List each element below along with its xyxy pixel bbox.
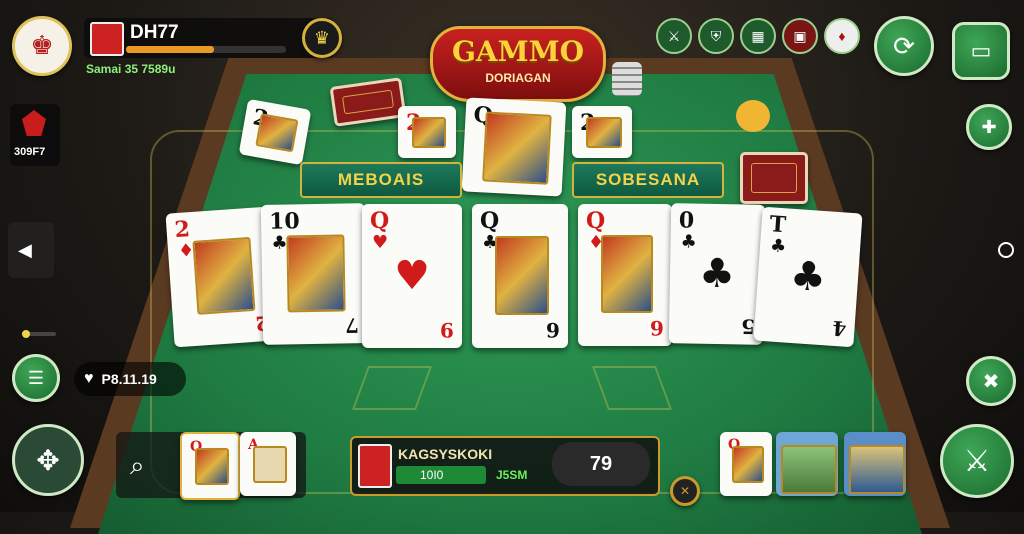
heart-value: P8.11.19 — [101, 371, 157, 387]
table-card[interactable]: Q ♦ 6 — [578, 204, 672, 346]
settings-icon[interactable]: ⟳ — [874, 16, 934, 76]
action-sword-icon[interactable]: ⚔ — [940, 424, 1014, 498]
score-box: 79 — [552, 442, 650, 486]
coin-bag-icon — [736, 100, 770, 132]
shield-icon[interactable]: ⛨ — [698, 18, 734, 54]
player-subtitle: Samai 35 7589u — [86, 62, 176, 76]
table-card[interactable]: T ♣ ♣ 4 — [753, 206, 863, 348]
card-rank: 2 — [173, 216, 191, 244]
player-card-icon — [90, 22, 124, 56]
info-title: KAGSYSKOKI — [398, 446, 493, 462]
card-pip: ♣ — [698, 250, 736, 298]
logo-title: GAMMO — [451, 35, 584, 68]
king-avatar-icon[interactable]: ♚ — [12, 16, 72, 76]
info-green-value: J5SM — [496, 468, 528, 482]
game-logo: GAMMO DORIAGAN — [430, 26, 606, 102]
xp-bar-track — [126, 46, 286, 53]
table-card[interactable]: Q ♣ 6 — [472, 204, 568, 348]
logo-subtitle: DORIAGAN — [485, 71, 551, 85]
left-arrow-button[interactable]: ◀ — [8, 222, 54, 278]
card-suit: ♣ — [271, 232, 288, 254]
card-rank: Q — [370, 208, 390, 234]
card-rank: 0 — [678, 207, 695, 234]
card-rank: 10 — [268, 208, 300, 235]
player-panel: DH77 — [84, 18, 334, 58]
card-face-art — [495, 235, 549, 315]
card-face-art — [286, 234, 346, 313]
card-rank: Q — [586, 208, 606, 234]
info-bar-value: 10I0 — [420, 468, 444, 482]
chat-icon[interactable]: ▭ — [952, 22, 1010, 80]
deck-back-right — [740, 152, 808, 204]
heart-pill: ♥ P8.11.19 — [74, 362, 186, 396]
top-card-1: 2 — [238, 98, 312, 166]
table-card[interactable]: 10 ♣ 7 — [260, 203, 368, 345]
card-pip: ♣ — [788, 252, 828, 302]
cards-icon[interactable]: ▦ — [740, 18, 776, 54]
progress-dot — [22, 330, 56, 338]
sword-icon[interactable]: ⚔ — [656, 18, 692, 54]
card-bottom-rank: 9 — [440, 318, 454, 342]
player-name: DH77 — [130, 22, 179, 43]
card-suit: ♣ — [680, 231, 697, 253]
xp-bar-fill — [126, 46, 214, 53]
info-panel: KAGSYSKOKI 10I0 J5SM 79 — [350, 436, 660, 496]
card-rank: Q — [480, 208, 500, 234]
card-suit: ♣ — [769, 235, 787, 258]
gem-value: 309F7 — [14, 146, 46, 158]
gem-icon[interactable] — [22, 110, 46, 136]
dpad-icon[interactable]: ✥ — [12, 424, 84, 496]
search-icon[interactable]: ⌕ — [130, 450, 145, 482]
table-card[interactable]: Q ♥ ♥ 9 — [362, 204, 462, 348]
puzzle-icon[interactable]: ✚ — [966, 104, 1012, 150]
card-face-art — [192, 237, 256, 315]
left-arrow-icon: ◀ — [18, 240, 32, 260]
cancel-small-icon[interactable]: ✕ — [670, 476, 700, 506]
top-card-3: 2 — [572, 106, 632, 158]
menu-icon[interactable]: ☰ — [12, 354, 60, 402]
side-card-2[interactable] — [776, 432, 838, 496]
card-face-art — [600, 235, 654, 314]
hand-card-1[interactable]: Q — [180, 432, 240, 500]
table-card[interactable]: 0 ♣ ♣ 5 — [668, 203, 766, 345]
close-icon[interactable]: ✖ — [966, 356, 1016, 406]
info-card-icon — [358, 444, 392, 488]
card-bottom-rank: 7 — [344, 313, 360, 338]
crown-icon[interactable]: ♛ — [302, 18, 342, 58]
featured-queen-card: Q — [461, 97, 567, 197]
info-bar: 10I0 — [396, 466, 486, 484]
circle-icon[interactable] — [998, 242, 1014, 258]
card-pip: ♥ — [394, 253, 430, 299]
card-bottom-rank: 6 — [650, 316, 664, 340]
chip-stack — [612, 62, 642, 96]
label-right: SOBESANA — [572, 162, 724, 198]
card-suit: ♥ — [372, 232, 389, 253]
hand-card-2[interactable]: A — [240, 432, 296, 496]
card-rank: T — [768, 211, 787, 239]
top-card-2: 2 — [398, 106, 456, 158]
card-bottom-rank: 4 — [831, 315, 848, 341]
treasure-icon[interactable]: ▣ — [782, 18, 818, 54]
deck-icon[interactable]: ♦ — [824, 18, 860, 54]
label-left: MEBOAIS — [300, 162, 462, 198]
gem-panel: 309F7 — [10, 104, 60, 166]
side-card-1[interactable]: Q — [720, 432, 772, 496]
score-value: 79 — [589, 452, 613, 475]
heart-icon: ♥ — [84, 370, 94, 387]
side-card-3[interactable] — [844, 432, 906, 496]
card-bottom-rank: 6 — [546, 318, 560, 342]
